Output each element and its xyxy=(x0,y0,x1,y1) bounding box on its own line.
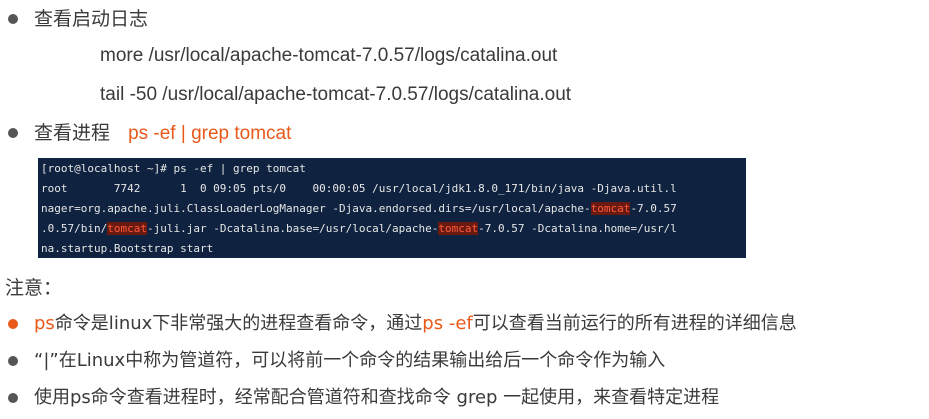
heading-process-label: 查看进程 xyxy=(34,122,111,144)
bullet-dot-icon xyxy=(8,319,18,329)
terminal-highlight-tomcat: tomcat xyxy=(590,202,631,215)
terminal-line-4: .0.57/bin/tomcat-juli.jar -Dcatalina.bas… xyxy=(41,222,677,236)
bullet-dot-icon xyxy=(8,14,18,24)
heading-startup-log: 查看启动日志 xyxy=(34,8,149,30)
command-tail: tail -50 /usr/local/apache-tomcat-7.0.57… xyxy=(100,84,572,105)
bullet-dot-icon xyxy=(8,128,18,138)
command-ps-grep: ps -ef | grep tomcat xyxy=(128,123,292,144)
terminal-line-3: nager=org.apache.juli.ClassLoaderLogMana… xyxy=(41,202,677,216)
note-1-text: ps命令是linux下非常强大的进程查看命令，通过ps -ef可以查看当前运行的… xyxy=(34,312,797,336)
note-1-ps-ef: ps -ef xyxy=(422,313,473,334)
terminal-line-3-a: nager=org.apache.juli.ClassLoaderLogMana… xyxy=(41,202,591,215)
note-1-part-b: 可以查看当前运行的所有进程的详细信息 xyxy=(472,313,797,334)
heading-process: 查看进程 ps -ef | grep tomcat xyxy=(34,121,291,146)
terminal-line-4-b: -juli.jar -Dcatalina.base=/usr/local/apa… xyxy=(146,222,439,235)
terminal-highlight-tomcat: tomcat xyxy=(438,222,479,235)
note-3-text: 使用ps命令查看进程时，经常配合管道符和查找命令 grep 一起使用，来查看特定… xyxy=(34,387,720,408)
notes-title: 注意： xyxy=(5,277,63,299)
terminal-output: [root@localhost ~]# ps -ef | grep tomcat… xyxy=(38,158,746,258)
command-more: more /usr/local/apache-tomcat-7.0.57/log… xyxy=(100,45,558,66)
bullet-dot-icon xyxy=(8,393,18,403)
note-1-ps: ps xyxy=(34,313,55,334)
terminal-line-1: [root@localhost ~]# ps -ef | grep tomcat xyxy=(41,162,306,175)
note-1-part-a: 命令是linux下非常强大的进程查看命令，通过 xyxy=(54,313,423,334)
terminal-line-5: na.startup.Bootstrap start xyxy=(41,242,214,255)
terminal-line-4-a: .0.57/bin/ xyxy=(41,222,108,235)
bullet-dot-icon xyxy=(8,356,18,366)
terminal-highlight-tomcat: tomcat xyxy=(107,222,147,235)
terminal-line-4-c: -7.0.57 -Dcatalina.home=/usr/l xyxy=(478,222,677,235)
terminal-line-2: root 7742 1 0 09:05 pts/0 00:00:05 /usr/… xyxy=(41,182,677,195)
note-2-text: “|”在Linux中称为管道符，可以将前一个命令的结果输出给后一个命令作为输入 xyxy=(34,350,666,371)
terminal-line-3-b: -7.0.57 xyxy=(630,202,677,215)
